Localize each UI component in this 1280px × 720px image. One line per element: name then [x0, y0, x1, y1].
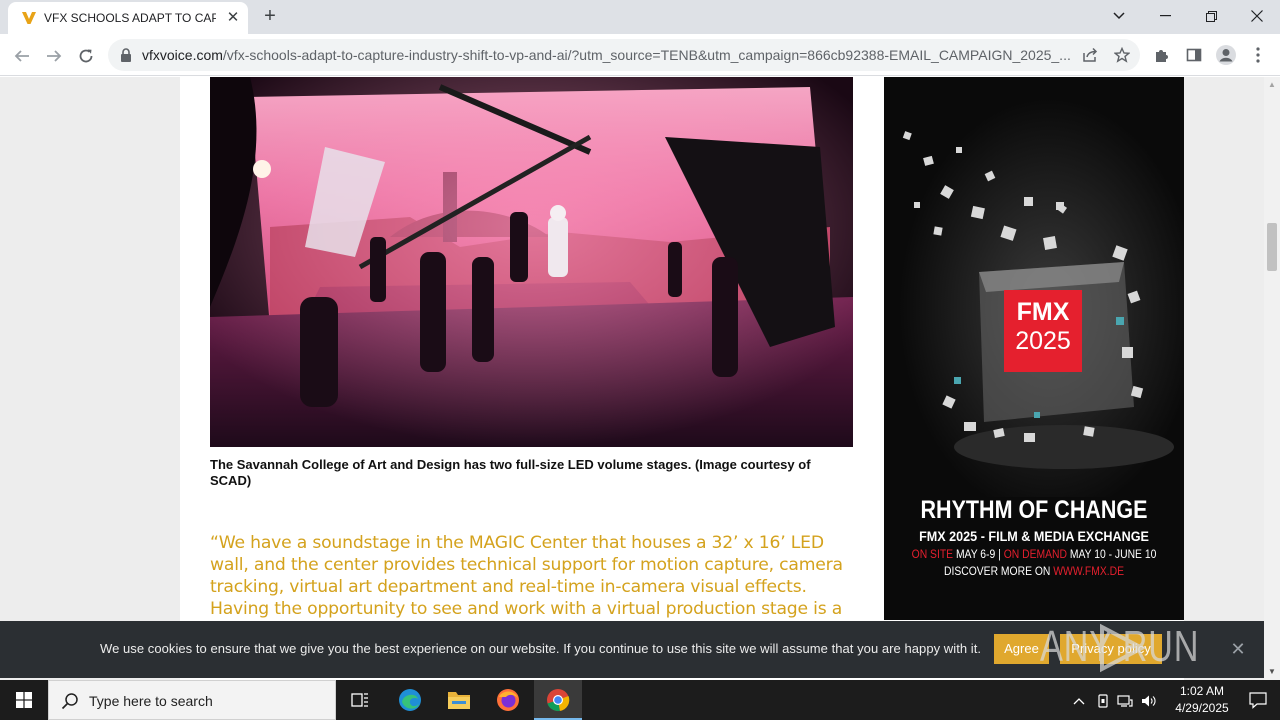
tab-title: VFX SCHOOLS ADAPT TO CAPTU	[44, 11, 216, 25]
system-tray: 1:02 AM 4/29/2025	[1068, 680, 1280, 720]
image-caption: The Savannah College of Art and Design h…	[210, 457, 811, 488]
extensions-puzzle-icon[interactable]	[1150, 44, 1174, 68]
windows-taskbar: Type here to search 1:02 AM 4/29/2025	[0, 680, 1280, 720]
web-page: The Savannah College of Art and Design h…	[0, 77, 1264, 680]
browser-tab[interactable]: VFX SCHOOLS ADAPT TO CAPTU ✕	[8, 2, 248, 34]
url-text[interactable]: vfxvoice.com/vfx-schools-adapt-to-captur…	[142, 47, 1072, 63]
page-scrollbar[interactable]: ▲ ▼	[1264, 77, 1280, 680]
ad-cube-artwork	[884, 77, 1184, 497]
device-icon[interactable]	[1094, 691, 1112, 709]
clock-time: 1:02 AM	[1179, 684, 1225, 698]
cookie-consent-bar: We use cookies to ensure that we give yo…	[0, 621, 1264, 678]
cookie-message: We use cookies to ensure that we give yo…	[100, 641, 982, 656]
chrome-icon[interactable]	[534, 680, 582, 720]
on-site-dates: MAY 6-9	[955, 549, 996, 561]
side-panel-icon[interactable]	[1182, 44, 1206, 68]
forward-arrow-icon[interactable]	[41, 43, 67, 69]
tab-search-chevron-down-icon[interactable]	[1096, 0, 1142, 32]
watermark-play-icon	[1100, 623, 1147, 673]
volume-icon[interactable]	[1140, 691, 1158, 709]
edge-icon[interactable]	[386, 680, 434, 720]
on-demand-dates: MAY 10 - JUNE 10	[1069, 549, 1157, 561]
taskbar-clock[interactable]: 1:02 AM 4/29/2025	[1166, 683, 1238, 717]
browser-toolbar: vfxvoice.com/vfx-schools-adapt-to-captur…	[0, 34, 1280, 76]
windows-start-icon[interactable]	[0, 680, 48, 720]
kebab-menu-icon[interactable]	[1246, 44, 1270, 68]
anyrun-watermark: ANY RUN	[1040, 622, 1200, 673]
ad-subheadline: FMX 2025 - FILM & MEDIA EXCHANGE	[919, 528, 1149, 544]
share-icon[interactable]	[1080, 45, 1100, 65]
scroll-thumb[interactable]	[1267, 223, 1277, 271]
task-view-icon[interactable]	[336, 680, 384, 720]
on-demand-label: ON DEMAND	[1003, 549, 1067, 561]
clock-date: 4/29/2025	[1175, 701, 1229, 715]
search-icon	[61, 693, 78, 710]
taskbar-search-box[interactable]: Type here to search	[48, 680, 336, 720]
minimize-icon[interactable]	[1142, 0, 1188, 32]
bookmark-star-icon[interactable]	[1112, 45, 1132, 65]
url-host: vfxvoice.com	[142, 47, 223, 63]
reload-icon[interactable]	[73, 43, 99, 69]
discover-text: DISCOVER MORE ON	[944, 566, 1051, 578]
notification-center-icon[interactable]	[1248, 690, 1268, 710]
scroll-up-arrow-icon[interactable]: ▲	[1264, 77, 1280, 93]
url-path: /vfx-schools-adapt-to-capture-industry-s…	[222, 47, 1071, 63]
tab-close-icon[interactable]: ✕	[224, 9, 242, 27]
network-icon[interactable]	[1116, 691, 1134, 709]
article-column: The Savannah College of Art and Design h…	[180, 77, 1184, 680]
ad-headline: RHYTHM OF CHANGE	[920, 496, 1148, 524]
close-window-icon[interactable]	[1234, 0, 1280, 32]
search-placeholder: Type here to search	[89, 693, 213, 709]
back-arrow-icon[interactable]	[9, 43, 35, 69]
dates-separator: |	[998, 549, 1001, 561]
lock-icon[interactable]	[120, 48, 132, 62]
profile-avatar-icon[interactable]	[1214, 44, 1238, 68]
favicon-v-icon	[22, 12, 36, 24]
address-bar[interactable]: vfxvoice.com/vfx-schools-adapt-to-captur…	[108, 39, 1140, 71]
restore-icon[interactable]	[1188, 0, 1234, 32]
on-site-label: ON SITE	[911, 549, 954, 561]
fmx-advertisement[interactable]: FMX 2025 RHYTHM OF CHANGE FMX 2025 - FIL…	[884, 77, 1184, 620]
scroll-down-arrow-icon[interactable]: ▼	[1264, 664, 1280, 680]
ad-discover: DISCOVER MORE ON WWW.FMX.DE	[899, 564, 1169, 580]
cookie-close-icon[interactable]: ✕	[1228, 639, 1248, 659]
new-tab-plus-icon[interactable]: +	[258, 5, 282, 29]
led-stage-photo	[210, 77, 853, 447]
ad-dates: ON SITE MAY 6-9 | ON DEMAND MAY 10 - JUN…	[899, 547, 1169, 563]
file-explorer-icon[interactable]	[435, 680, 483, 720]
tab-strip: VFX SCHOOLS ADAPT TO CAPTU ✕ +	[0, 0, 1280, 34]
fmx-website-link[interactable]: WWW.FMX.DE	[1053, 566, 1124, 578]
firefox-icon[interactable]	[484, 680, 532, 720]
show-hidden-icons-chevron-icon[interactable]	[1070, 691, 1088, 709]
fmx-2025-logo: FMX 2025	[1004, 290, 1082, 372]
